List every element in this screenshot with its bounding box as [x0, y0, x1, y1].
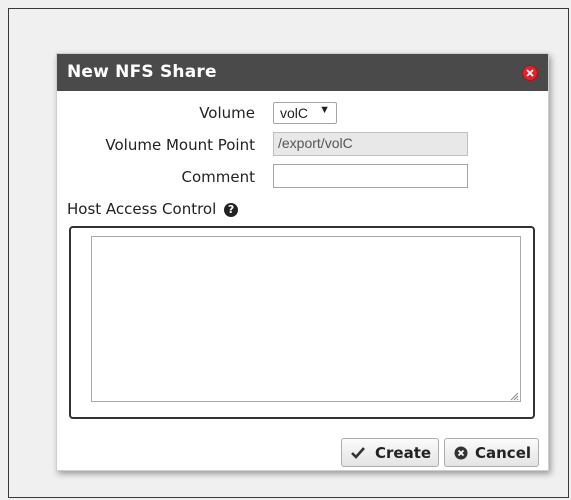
check-icon: [351, 447, 365, 459]
chevron-down-icon: ▼: [319, 104, 330, 116]
create-button-label: Create: [375, 444, 432, 462]
host-access-group: [69, 226, 535, 419]
question-circle-icon[interactable]: ?: [224, 203, 239, 217]
host-access-heading: Host Access Control ?: [67, 200, 239, 218]
volume-select[interactable]: volC ▼: [273, 102, 337, 124]
cancel-button[interactable]: Cancel: [444, 438, 539, 467]
volume-label: Volume: [199, 104, 255, 122]
close-icon[interactable]: [522, 65, 538, 81]
mount-point-field: /export/volC: [273, 132, 468, 156]
host-access-label: Host Access Control: [67, 200, 217, 218]
cancel-circle-icon: [454, 446, 468, 460]
mount-point-label: Volume Mount Point: [105, 136, 255, 154]
resize-grip-icon[interactable]: [510, 392, 519, 401]
dialog-title: New NFS Share: [67, 62, 217, 82]
window-frame: New NFS Share Volume volC ▼ Volume Mount…: [8, 8, 569, 498]
new-nfs-share-dialog: New NFS Share Volume volC ▼ Volume Mount…: [56, 53, 549, 471]
host-access-textarea[interactable]: [91, 236, 521, 402]
dialog-titlebar: New NFS Share: [57, 54, 548, 91]
cancel-button-label: Cancel: [475, 444, 532, 462]
create-button[interactable]: Create: [341, 438, 439, 467]
comment-label: Comment: [181, 168, 256, 186]
volume-select-value: volC: [280, 105, 309, 121]
comment-field[interactable]: [273, 164, 468, 188]
